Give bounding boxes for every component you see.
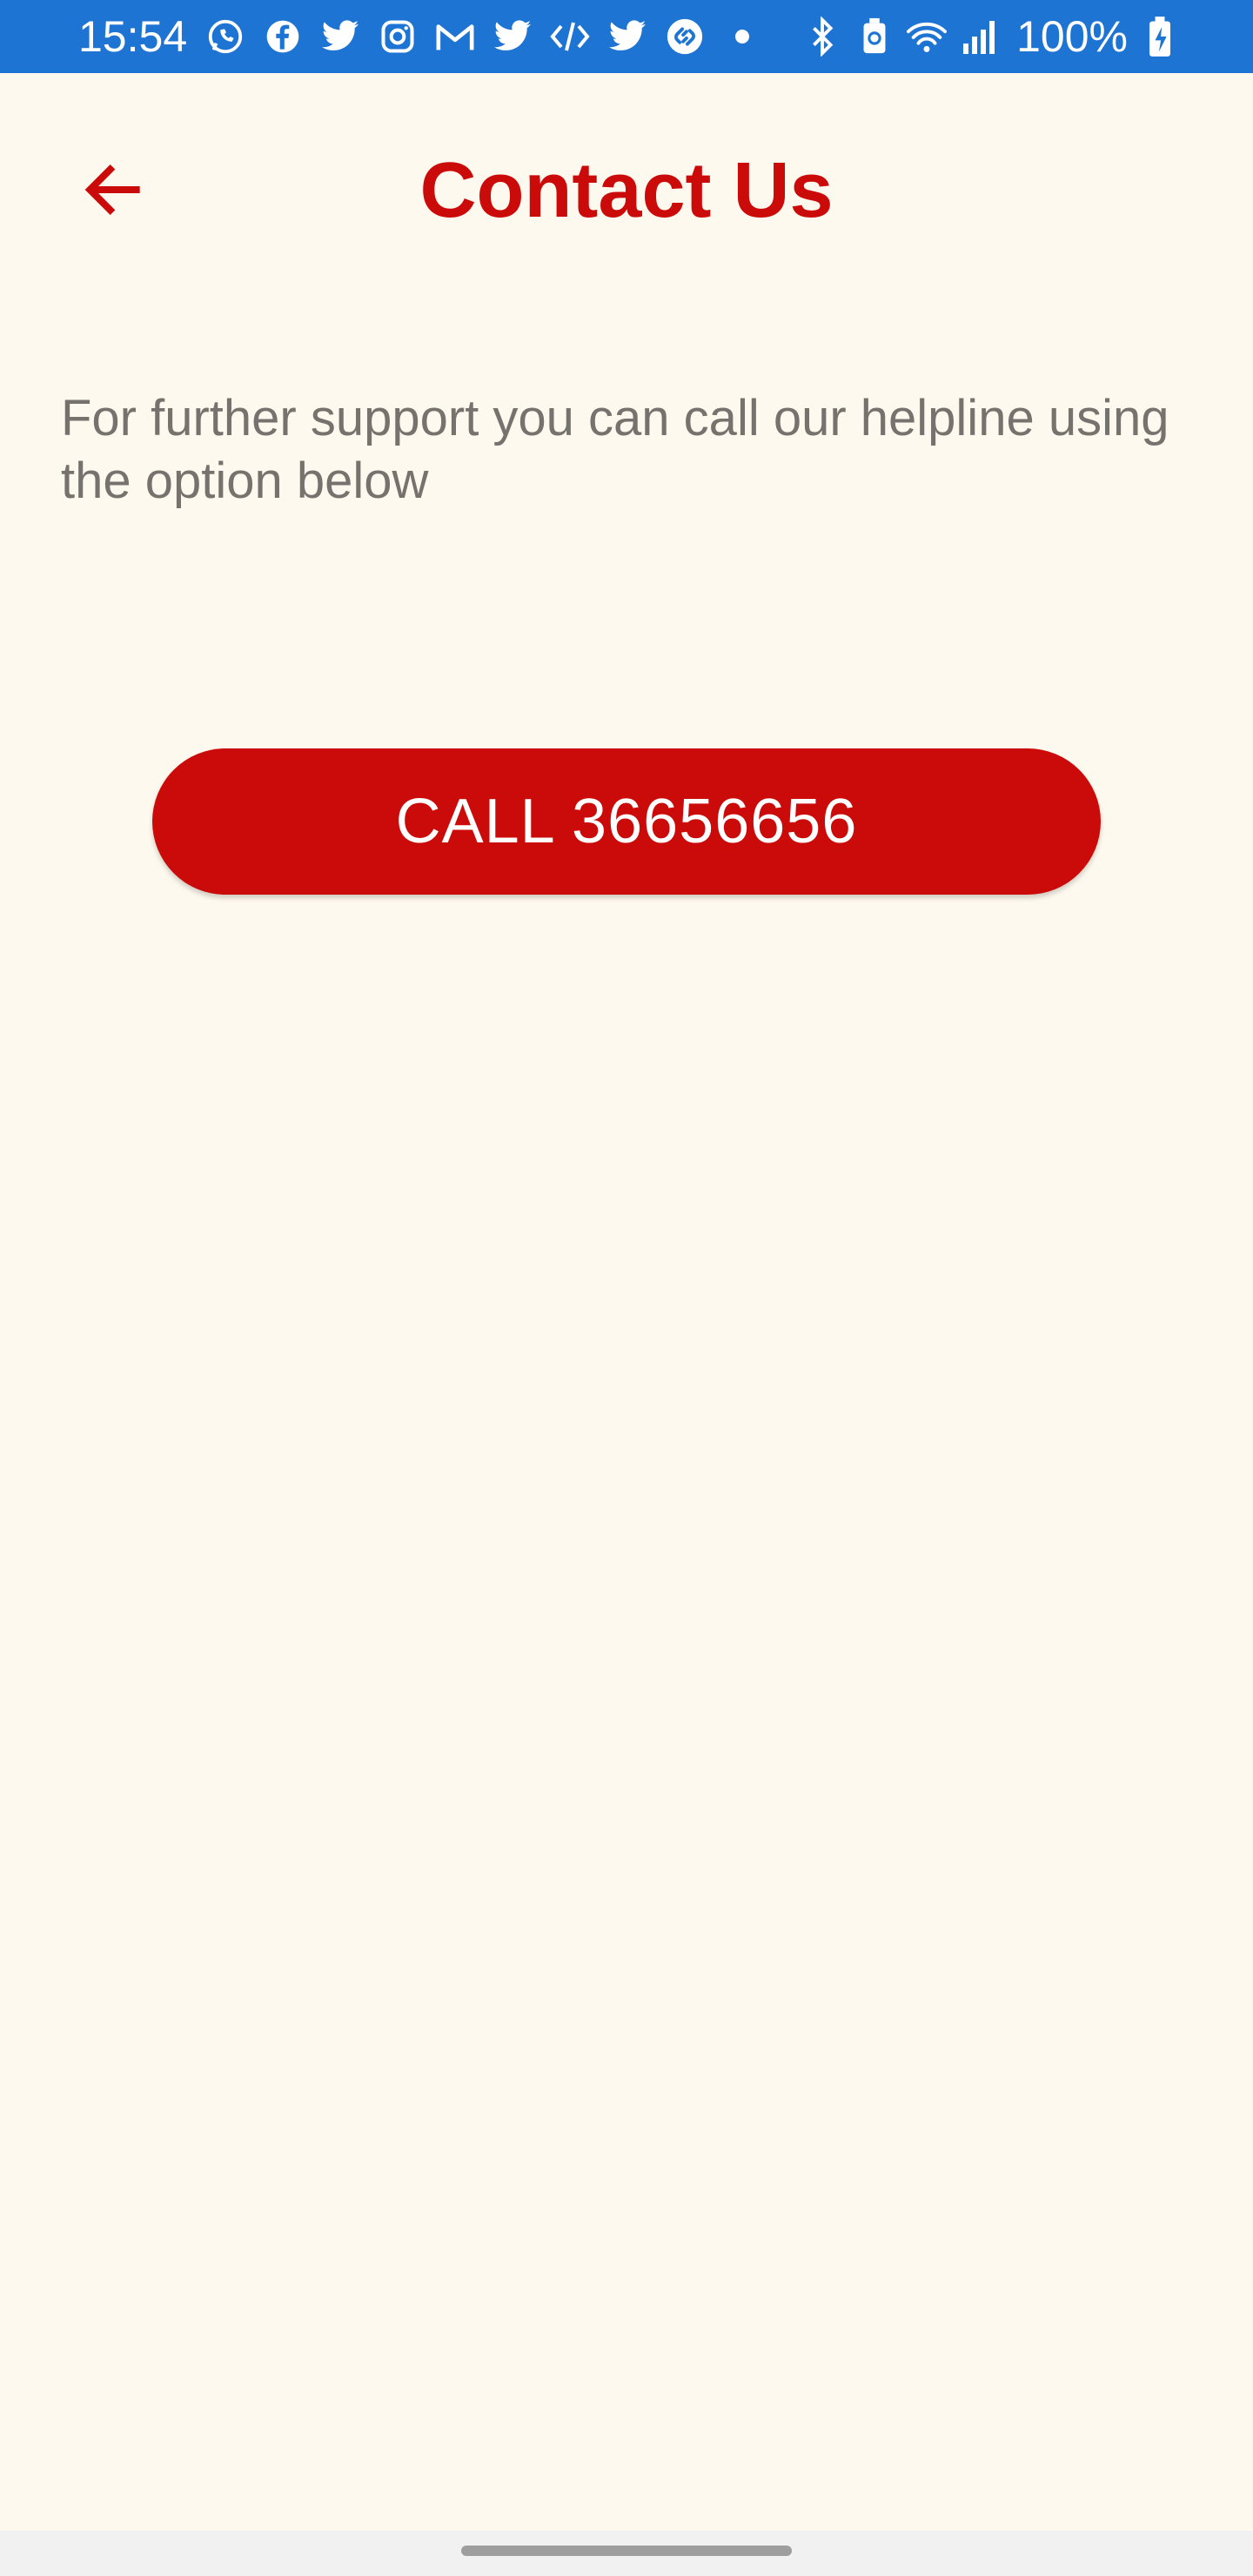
battery-percentage: 100% — [1016, 12, 1128, 61]
notification-icons — [203, 14, 765, 59]
signal-icon — [959, 14, 999, 59]
twitter-icon — [318, 14, 363, 59]
app-header: Contact Us — [0, 73, 1253, 308]
shazam-icon — [662, 14, 707, 59]
whatsapp-icon — [203, 14, 248, 59]
battery-saver-icon — [854, 14, 895, 59]
code-icon — [547, 14, 593, 59]
call-helpline-button[interactable]: CALL 36656656 — [152, 748, 1101, 895]
page-title: Contact Us — [419, 147, 834, 234]
bluetooth-icon — [802, 14, 842, 59]
facebook-icon — [260, 14, 305, 59]
instagram-icon — [375, 14, 420, 59]
dot-icon — [720, 14, 765, 59]
system-status-icons: 100% — [802, 0, 1180, 73]
home-indicator[interactable] — [461, 2546, 792, 2556]
twitter-icon — [490, 14, 535, 59]
gmail-icon — [432, 14, 478, 59]
twitter-icon — [605, 14, 650, 59]
status-time: 15:54 — [78, 12, 188, 61]
battery-charging-icon — [1140, 14, 1180, 59]
wifi-icon — [907, 14, 948, 59]
helpline-description: For further support you can call our hel… — [61, 390, 1169, 509]
status-bar: 15:54 100% — [0, 0, 1253, 73]
